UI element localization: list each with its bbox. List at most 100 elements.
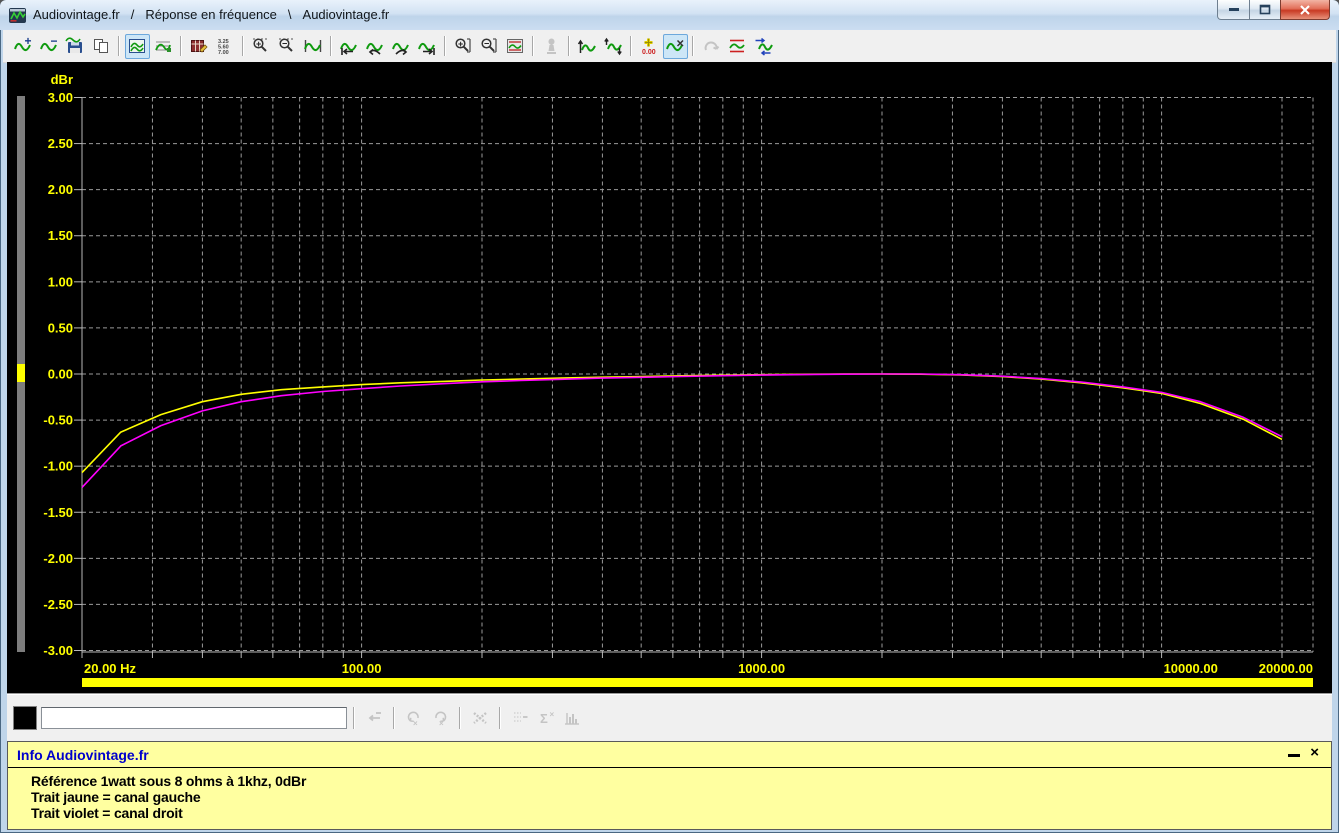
svg-text:Σ: Σ (540, 711, 548, 726)
offset-zero-icon[interactable]: 0.00 (637, 34, 662, 59)
svg-text:×: × (439, 719, 444, 728)
histogram-icon[interactable] (560, 706, 585, 731)
sigma-icon[interactable]: Σ × (534, 706, 559, 731)
svg-text:+: + (458, 39, 463, 49)
svg-text:×: × (550, 710, 555, 719)
svg-text:×: × (413, 719, 418, 728)
save-trace-icon[interactable] (63, 34, 88, 59)
y-tick-label: 1.00 (48, 274, 73, 289)
loop-left-icon[interactable]: × (402, 706, 427, 731)
svg-text:0.00: 0.00 (642, 49, 656, 56)
frequency-response-chart[interactable]: 3.00 2.50 2.00 1.50 1.00 0.50 0.00 -0.50 -1.00 -1… (7, 62, 1332, 693)
show-traces-icon[interactable] (124, 33, 150, 59)
separator (180, 36, 182, 56)
info-line: Trait violet = canal droit (31, 805, 183, 821)
cursor-apply-icon[interactable] (362, 706, 387, 731)
sweep-progress-bar (82, 678, 1313, 687)
redo-icon[interactable] (699, 34, 724, 59)
y-tick-label: -2.00 (43, 551, 73, 566)
separator (499, 707, 501, 729)
copy-icon[interactable] (89, 34, 114, 59)
separator (393, 707, 395, 729)
close-button[interactable] (1280, 0, 1330, 20)
limits-icon[interactable] (725, 34, 750, 59)
separator (630, 36, 632, 56)
separator (532, 36, 534, 56)
separator (459, 707, 461, 729)
maximize-button[interactable] (1249, 0, 1281, 20)
y-tick-label: 0.00 (48, 367, 73, 382)
minimize-button[interactable] (1217, 0, 1250, 20)
x-tick-label: 20.00 Hz (84, 661, 137, 676)
add-trace-icon[interactable]: + (11, 34, 36, 59)
separator (353, 707, 355, 729)
shift-trace-icon[interactable] (751, 34, 776, 59)
level-meter-marker (17, 364, 25, 382)
bottom-toolbar-icons: × × Σ × (361, 706, 585, 731)
title-segment: \ (287, 7, 292, 22)
protect-icon[interactable] (539, 34, 564, 59)
x-tick-label: 1000.00 (738, 661, 785, 676)
title-segment: Audiovintage.fr (33, 7, 120, 22)
separator (568, 36, 570, 56)
y-tick-label: -1.50 (43, 505, 73, 520)
svg-text:−: − (51, 36, 58, 48)
delete-x-icon[interactable] (468, 706, 493, 731)
y-tick-label: 0.50 (48, 320, 73, 335)
info-minimize-icon[interactable] (1288, 754, 1301, 757)
app-window: Audiovintage.fr / Réponse en fréquence \ Aud… (0, 0, 1339, 833)
remove-trace-icon[interactable]: − (37, 34, 62, 59)
zoom-out-x-icon[interactable]: − (275, 34, 300, 59)
color-swatch[interactable] (13, 706, 37, 730)
y-axis-label: dBr (51, 72, 73, 87)
y-tick-label: -1.00 (43, 459, 73, 474)
y-tick-label: 2.00 (48, 182, 73, 197)
title-segment: Audiovintage.fr (302, 7, 390, 22)
trace-range-icon[interactable] (301, 34, 326, 59)
y-tick-label: 1.50 (48, 228, 73, 243)
separator (692, 36, 694, 56)
pan-right-icon[interactable] (389, 34, 414, 59)
info-panel-body: Référence 1watt sous 8 ohms à 1khz, 0dBr… (8, 768, 1331, 821)
cursor-icon[interactable] (662, 33, 688, 59)
title-segment: Réponse en fréquence (145, 7, 277, 22)
zoom-in-x-icon[interactable]: + (249, 34, 274, 59)
svg-text:+: + (25, 36, 32, 48)
plot-panel[interactable]: 3.00 2.50 2.00 1.50 1.00 0.50 0.00 -0.50 -1.00 -1… (7, 62, 1332, 693)
values-icon[interactable]: 3.25 5.60 7.00 (213, 34, 238, 59)
fit-trace-icon[interactable] (503, 34, 528, 59)
list-minus-icon[interactable] (508, 706, 533, 731)
pan-first-icon[interactable] (337, 34, 362, 59)
separator (242, 36, 244, 56)
info-line: Référence 1watt sous 8 ohms à 1khz, 0dBr (31, 773, 307, 789)
edit-table-icon[interactable] (187, 34, 212, 59)
x-tick-label: 100.00 (342, 661, 382, 676)
titlebar[interactable]: Audiovintage.fr / Réponse en fréquence \ Aud… (0, 0, 1339, 30)
title-segment: / (130, 7, 135, 22)
svg-text:7.00: 7.00 (218, 50, 229, 56)
app-icon (9, 7, 26, 23)
info-close-icon[interactable]: × (1310, 745, 1319, 760)
traces-grid-icon[interactable] (151, 34, 176, 59)
curve-left-channel (81, 373, 1283, 474)
pan-last-icon[interactable] (415, 34, 440, 59)
y-tick-label: 2.50 (48, 136, 73, 151)
separator (118, 36, 120, 56)
zoom-out-y-icon[interactable]: − (477, 34, 502, 59)
bottom-toolbar: × × Σ × (7, 693, 1332, 742)
comment-input[interactable] (41, 707, 347, 729)
y-tick-label: -2.50 (43, 597, 73, 612)
window-controls (1217, 0, 1330, 20)
curve-right-channel (81, 373, 1283, 488)
info-panel: Info Audiovintage.fr × Référence 1watt s… (7, 741, 1332, 830)
separator (330, 36, 332, 56)
loop-right-icon[interactable]: × (428, 706, 453, 731)
pan-left-icon[interactable] (363, 34, 388, 59)
zoom-in-y-icon[interactable]: + (451, 34, 476, 59)
wave-up-icon[interactable] (575, 34, 600, 59)
info-line: Trait jaune = canal gauche (31, 789, 201, 805)
window-title: Audiovintage.fr / Réponse en fréquence \ Aud… (33, 6, 400, 24)
wave-updown-icon[interactable] (601, 34, 626, 59)
x-tick-label: 10000.00 (1164, 661, 1218, 676)
svg-text:+: + (256, 39, 261, 49)
